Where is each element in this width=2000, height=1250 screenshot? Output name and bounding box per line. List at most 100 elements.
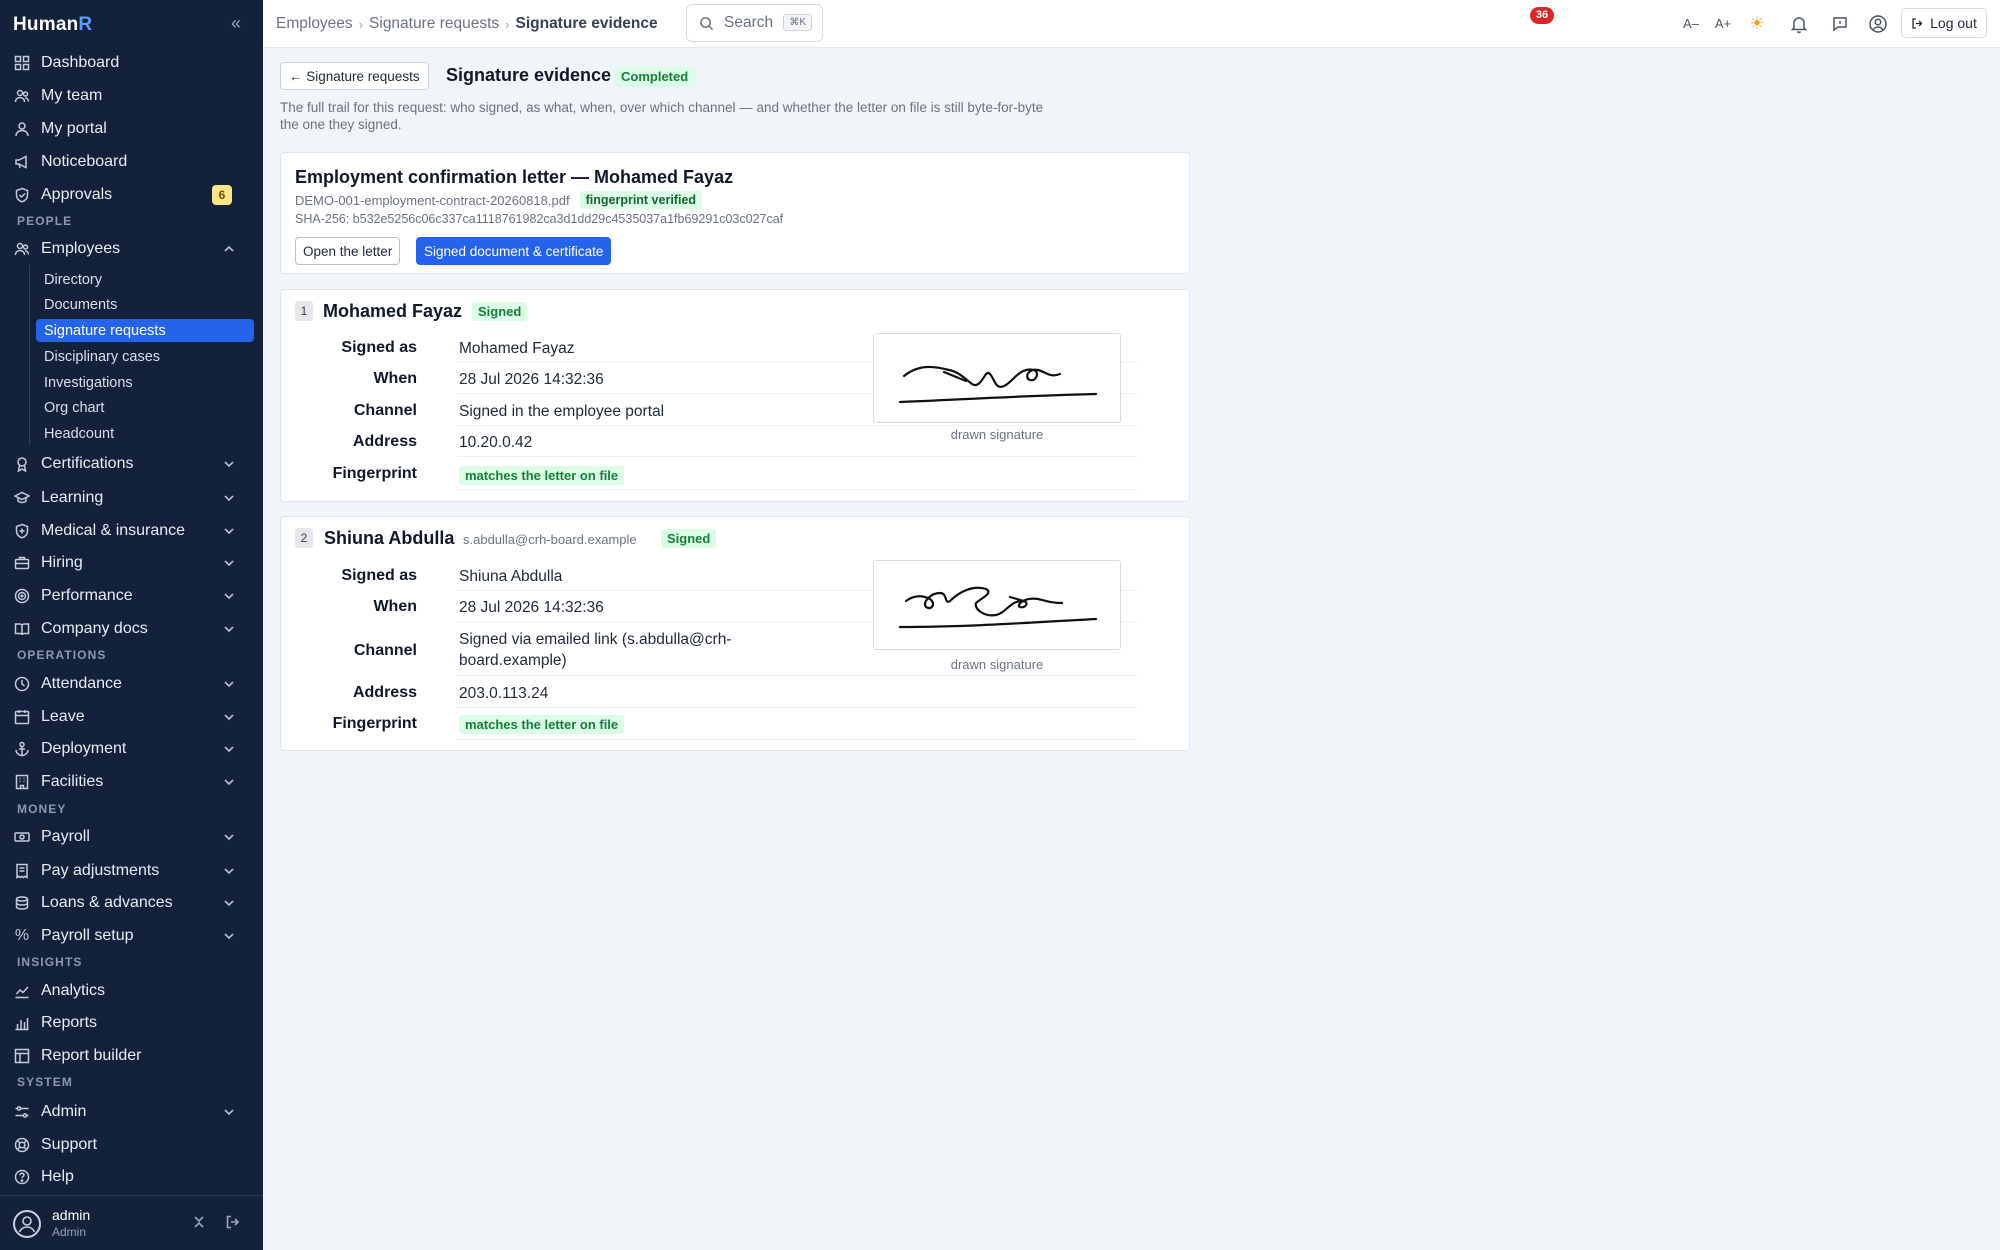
sidebar-item-label: Pay adjustments <box>41 862 160 879</box>
graduation-cap-icon <box>13 489 31 507</box>
sidebar-item-label: Dashboard <box>41 54 120 71</box>
sidebar-item-payroll[interactable]: Payroll <box>13 822 250 852</box>
signature-image <box>873 333 1121 423</box>
back-to-signature-requests-button[interactable]: ← Signature requests <box>280 62 429 90</box>
message-icon[interactable] <box>1829 13 1851 35</box>
chevron-down-icon <box>224 626 234 633</box>
sidebar-item-support[interactable]: Support <box>13 1130 250 1160</box>
sign-out-icon[interactable] <box>225 1214 241 1230</box>
sidebar-item-noticeboard[interactable]: Noticeboard <box>13 147 250 177</box>
sidebar-subitem-documents[interactable]: Documents <box>36 293 254 316</box>
section-label-system: SYSTEM <box>17 1075 73 1089</box>
user-profile: admin Admin <box>0 1195 263 1250</box>
chevron-down-icon <box>224 868 234 875</box>
section-label-operations: OPERATIONS <box>17 648 107 662</box>
sidebar-item-my-portal[interactable]: My portal <box>13 114 250 144</box>
sidebar-subitem-headcount[interactable]: Headcount <box>36 422 254 445</box>
chevron-down-icon <box>224 746 234 753</box>
breadcrumb-signature-requests[interactable]: Signature requests <box>369 15 499 33</box>
signer-status-badge: Signed <box>472 302 528 321</box>
logout-button[interactable]: Log out <box>1901 8 1987 38</box>
sidebar-item-hiring[interactable]: Hiring <box>13 548 250 578</box>
logout-label: Log out <box>1930 15 1977 31</box>
sidebar-item-report-builder[interactable]: Report builder <box>13 1041 250 1071</box>
megaphone-icon <box>13 153 31 171</box>
sidebar-item-label: Help <box>41 1168 74 1185</box>
chevrons-up-down-icon[interactable] <box>191 1214 207 1230</box>
signed-as-value: Mohamed Fayaz <box>459 340 575 357</box>
sidebar-item-medical-insurance[interactable]: Medical & insurance <box>13 516 250 546</box>
chevron-down-icon <box>224 714 234 721</box>
sidebar-item-deployment[interactable]: Deployment <box>13 734 250 764</box>
signed-as-value: Shiuna Abdulla <box>459 568 563 585</box>
font-increase-button[interactable]: A+ <box>1712 13 1734 35</box>
row-divider <box>457 739 1137 740</box>
avatar[interactable] <box>13 1210 41 1238</box>
sidebar: HumanR « Dashboard My team My portal Not… <box>0 0 263 1250</box>
sidebar-item-payroll-setup[interactable]: % Payroll setup <box>13 921 250 951</box>
font-decrease-button[interactable]: A– <box>1680 13 1702 35</box>
chevron-down-icon <box>224 461 234 468</box>
sidebar-item-learning[interactable]: Learning <box>13 483 250 513</box>
chevron-down-icon <box>224 528 234 535</box>
channel-value: Signed via emailed link (s.abdulla@crh-b… <box>459 631 732 669</box>
signed-document-certificate-button[interactable]: Signed document & certificate <box>416 237 612 265</box>
row-divider <box>457 456 1137 457</box>
fingerprint-label: Fingerprint <box>332 715 417 732</box>
account-icon[interactable] <box>1867 13 1889 35</box>
channel-value: Signed in the employee portal <box>459 403 665 420</box>
sidebar-item-attendance[interactable]: Attendance <box>13 669 250 699</box>
breadcrumb-employees[interactable]: Employees <box>276 15 353 33</box>
chevron-down-icon <box>224 681 234 688</box>
sidebar-item-employees[interactable]: Employees <box>13 234 250 264</box>
when-value: 28 Jul 2026 14:32:36 <box>459 599 604 616</box>
brand-logo[interactable]: HumanR <box>13 14 92 36</box>
section-label-insights: INSIGHTS <box>17 955 83 969</box>
sidebar-item-certifications[interactable]: Certifications <box>13 449 250 479</box>
open-letter-button[interactable]: Open the letter <box>295 237 401 265</box>
search-button[interactable]: Search ⌘K <box>686 4 823 42</box>
sidebar-subitem-investigations[interactable]: Investigations <box>36 371 254 394</box>
search-label: Search <box>724 14 774 31</box>
shield-check-icon <box>13 186 31 204</box>
document-title: Employment confirmation letter — Mohamed… <box>295 167 734 187</box>
row-divider <box>457 675 1137 676</box>
when-label: When <box>373 370 417 387</box>
sidebar-item-label: Medical & insurance <box>41 522 186 539</box>
sun-icon[interactable]: ☀ <box>1746 13 1768 35</box>
sidebar-subitem-directory[interactable]: Directory <box>36 268 254 291</box>
sidebar-item-leave[interactable]: Leave <box>13 702 250 732</box>
target-icon <box>13 587 31 605</box>
sidebar-item-label: Attendance <box>41 675 122 692</box>
sidebar-item-label: Payroll setup <box>41 927 134 944</box>
chevron-down-icon <box>224 560 234 567</box>
sidebar-item-performance[interactable]: Performance <box>13 581 250 611</box>
sidebar-item-analytics[interactable]: Analytics <box>13 976 250 1006</box>
sidebar-item-company-docs[interactable]: Company docs <box>13 614 250 644</box>
sidebar-item-loans-advances[interactable]: Loans & advances <box>13 888 250 918</box>
document-card: Employment confirmation letter — Mohamed… <box>280 152 1190 274</box>
sidebar-item-admin[interactable]: Admin <box>13 1097 250 1127</box>
sidebar-subitem-org-chart[interactable]: Org chart <box>36 396 254 419</box>
signed-as-label: Signed as <box>341 567 417 584</box>
signature-image <box>873 560 1121 650</box>
signature-caption: drawn signature <box>950 657 1044 672</box>
sidebar-item-my-team[interactable]: My team <box>13 81 250 111</box>
signer-card: 2 Shiuna Abdulla s.abdulla@crh-board.exa… <box>280 516 1190 751</box>
sidebar-item-label: Reports <box>41 1014 98 1031</box>
sidebar-subitem-signature-requests[interactable]: Signature requests <box>36 319 254 342</box>
signer-number: 2 <box>295 528 313 548</box>
bell-icon[interactable] <box>1788 13 1810 35</box>
anchor-icon <box>13 740 31 758</box>
sidebar-item-approvals[interactable]: Approvals 6 <box>13 180 250 210</box>
sidebar-item-dashboard[interactable]: Dashboard <box>13 48 250 78</box>
collapse-sidebar-icon[interactable]: « <box>226 13 246 33</box>
shield-plus-icon <box>13 522 31 540</box>
sidebar-item-pay-adjustments[interactable]: Pay adjustments <box>13 856 250 886</box>
status-badge: Completed <box>614 66 696 87</box>
sidebar-item-help[interactable]: Help <box>13 1162 250 1192</box>
sidebar-subitem-disciplinary-cases[interactable]: Disciplinary cases <box>36 345 254 368</box>
sidebar-item-reports[interactable]: Reports <box>13 1008 250 1038</box>
sidebar-item-label: Learning <box>41 489 104 506</box>
sidebar-item-facilities[interactable]: Facilities <box>13 767 250 797</box>
